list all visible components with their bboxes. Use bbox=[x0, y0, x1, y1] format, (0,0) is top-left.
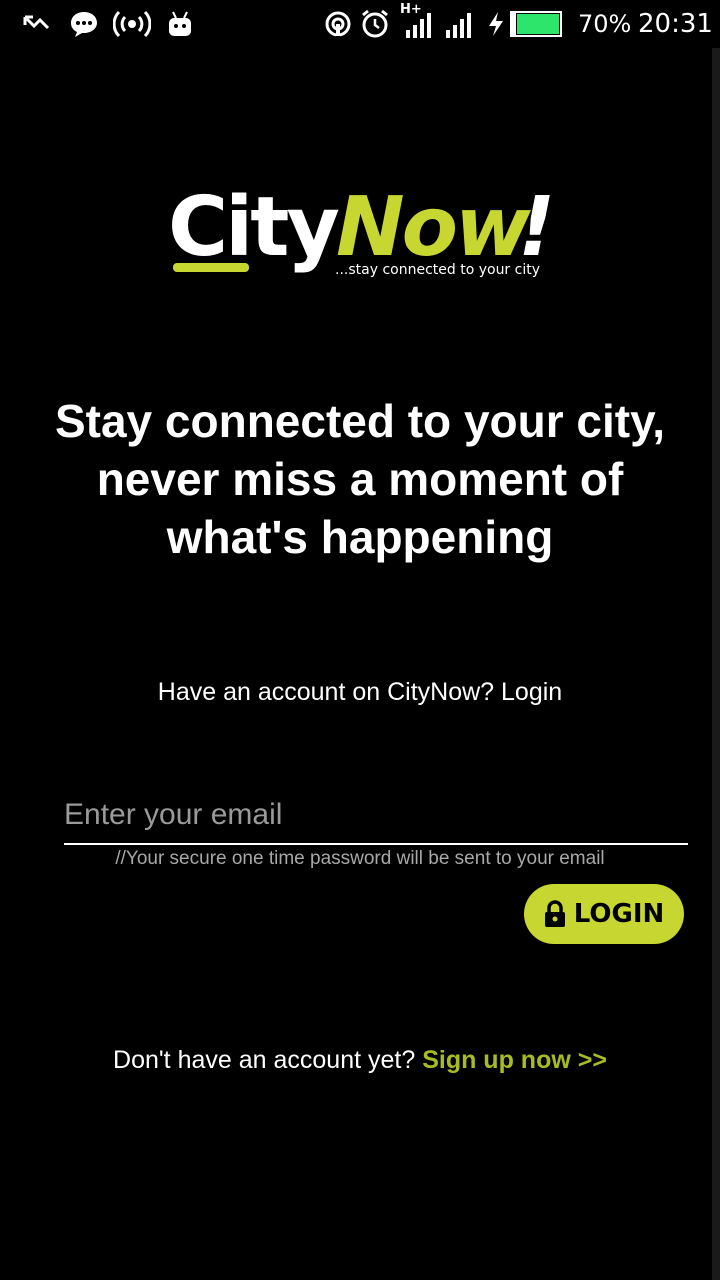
logo-exclamation: ! bbox=[518, 180, 556, 275]
clock: 20:31 bbox=[638, 9, 713, 39]
android-icon bbox=[166, 8, 194, 40]
signal-icon bbox=[442, 8, 474, 40]
login-button-label: LOGIN bbox=[573, 899, 665, 929]
email-underline bbox=[64, 843, 688, 845]
status-bar: H+ 70% 20:31 bbox=[0, 0, 720, 48]
battery-percent: 70% bbox=[578, 10, 632, 38]
scroll-edge bbox=[712, 48, 720, 1280]
message-icon bbox=[68, 8, 100, 40]
network-type-label: H+ bbox=[400, 2, 422, 17]
battery-icon bbox=[508, 8, 564, 40]
headline: Stay connected to your city, never miss … bbox=[54, 395, 666, 563]
login-prompt: Have an account on CityNow? Login bbox=[157, 678, 563, 706]
login-button[interactable]: LOGIN bbox=[524, 884, 684, 944]
charging-icon bbox=[486, 8, 506, 40]
logo-underline bbox=[173, 263, 249, 272]
lock-icon bbox=[544, 900, 566, 928]
logo-now-text: Now bbox=[336, 180, 531, 275]
nfc-icon bbox=[324, 8, 352, 40]
alarm-icon bbox=[360, 8, 390, 40]
hotspot-icon bbox=[112, 8, 152, 40]
signup-row: Don't have an account yet? Sign up now >… bbox=[0, 1046, 720, 1075]
signup-link[interactable]: Sign up now >> bbox=[422, 1046, 607, 1074]
otp-hint: //Your secure one time password will be … bbox=[115, 848, 605, 869]
missed-call-icon bbox=[20, 8, 52, 40]
logo-tagline: ...stay connected to your city bbox=[335, 262, 541, 278]
logo-city-text: City bbox=[168, 180, 340, 275]
signup-prompt: Don't have an account yet? bbox=[113, 1046, 416, 1074]
email-input[interactable] bbox=[64, 786, 688, 844]
citynow-logo: City Now ! ...stay connected to your cit… bbox=[168, 182, 558, 282]
